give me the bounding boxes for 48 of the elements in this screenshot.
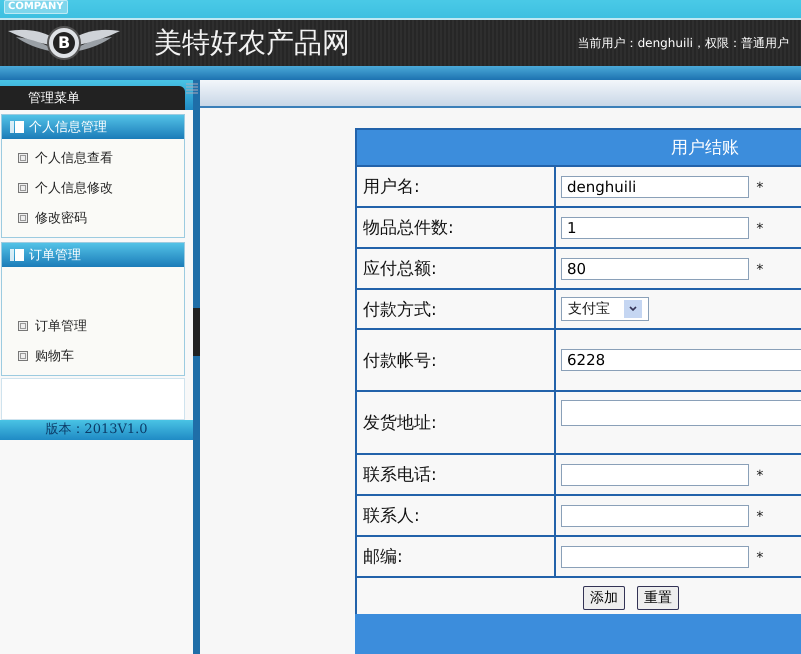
- menu-item[interactable]: 修改密码: [2, 203, 184, 233]
- field-label: 联系人:: [356, 495, 555, 536]
- menu-item[interactable]: 个人信息修改: [2, 173, 184, 203]
- required-mark: *: [756, 508, 764, 524]
- page-icon: [18, 183, 28, 193]
- user-info: 当前用户：denghuili，权限：普通用户: [578, 34, 789, 52]
- collapse-handle[interactable]: [193, 308, 200, 356]
- field-label: 付款方式:: [356, 289, 555, 329]
- input-field[interactable]: [561, 464, 749, 486]
- required-mark: *: [756, 262, 764, 278]
- form-title: 用户结账: [356, 129, 801, 166]
- required-mark: *: [756, 468, 764, 484]
- field-label: 应付总额:: [356, 248, 555, 289]
- field-label: 联系电话:: [356, 454, 555, 495]
- page-icon: [18, 213, 28, 223]
- field-label: 物品总件数:: [356, 207, 555, 248]
- input-field[interactable]: 1: [561, 216, 749, 238]
- payment-select[interactable]: 支付宝: [561, 297, 649, 321]
- field-label: 邮编:: [356, 536, 555, 577]
- field-label: 付款帐号:: [356, 329, 555, 391]
- menu-item[interactable]: 个人信息查看: [2, 143, 184, 173]
- panel-icon: [10, 121, 24, 133]
- input-field[interactable]: [561, 546, 749, 568]
- field-label: 发货地址:: [356, 391, 555, 454]
- required-mark: *: [756, 180, 764, 196]
- input-field[interactable]: [561, 504, 749, 526]
- input-field[interactable]: denghuili: [561, 176, 749, 198]
- menu-item[interactable]: 订单管理: [2, 311, 184, 341]
- version-label: 版本：2013V1.0: [0, 420, 193, 440]
- field-label: 用户名:: [356, 166, 555, 207]
- input-field[interactable]: 6228: [561, 349, 801, 371]
- page-icon: [18, 351, 28, 361]
- site-title: 美特好农产品网: [154, 25, 350, 61]
- company-badge: COMPANY: [4, 0, 68, 14]
- logo-letter: B: [58, 33, 70, 52]
- page-icon: [18, 153, 28, 163]
- input-field[interactable]: 80: [561, 258, 749, 280]
- menu-title: 管理菜单: [0, 86, 185, 110]
- required-mark: *: [756, 220, 764, 236]
- form-button[interactable]: 重置: [637, 586, 679, 610]
- grip-icon: [186, 83, 198, 95]
- menu-item[interactable]: 购物车: [2, 341, 184, 371]
- required-mark: *: [756, 550, 764, 566]
- address-field[interactable]: [561, 400, 801, 426]
- panel-icon: [10, 249, 24, 261]
- caret-icon: [624, 300, 642, 318]
- page-icon: [18, 321, 28, 331]
- form-button[interactable]: 添加: [583, 586, 625, 610]
